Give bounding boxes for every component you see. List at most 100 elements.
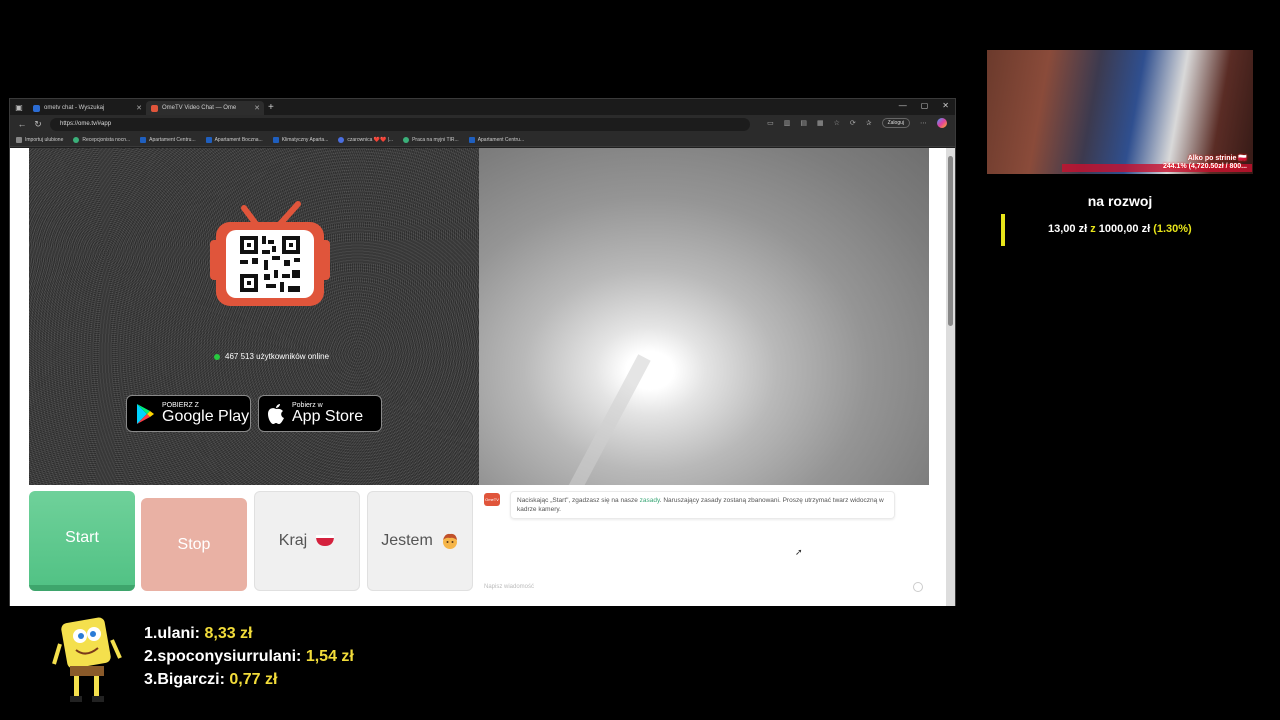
ometv-qr-logo xyxy=(210,201,330,306)
stop-button[interactable]: Stop xyxy=(141,498,247,591)
booking-favicon-icon xyxy=(140,136,147,143)
url-text: https://ome.tv/#app xyxy=(60,121,112,127)
bookmark-item[interactable]: Apartament Centru... xyxy=(140,136,196,143)
google-play-icon xyxy=(137,403,154,424)
tab-bar: ▣ ometv chat - Wyszukaj ✕ OmeTV Video Ch… xyxy=(10,99,955,115)
bookmark-item[interactable]: Praca na myjni TIR... xyxy=(403,136,459,143)
goal-target: 1000,00 zł xyxy=(1098,223,1151,235)
browser-window: ▣ ometv chat - Wyszukaj ✕ OmeTV Video Ch… xyxy=(9,98,956,606)
bookmark-label: Recepcjonista nocn... xyxy=(82,136,131,143)
bookmark-label: Importuj ulubione xyxy=(25,136,64,143)
minimize-icon[interactable]: — xyxy=(899,101,907,110)
bookmark-item[interactable]: Klimatyczny Aparta... xyxy=(272,136,329,143)
search-favicon-icon xyxy=(33,104,40,112)
bookmark-item[interactable]: Importuj ulubione xyxy=(16,136,64,143)
tab-title: ometv chat - Wyszukaj xyxy=(44,105,105,111)
favorite-star-icon[interactable]: ☆ xyxy=(834,119,840,127)
goal-progress-bar xyxy=(1001,214,1005,246)
goal-current: 13,00 zł xyxy=(1048,223,1088,235)
close-tab-icon[interactable]: ✕ xyxy=(254,104,260,112)
window-controls: — ▢ ✕ xyxy=(899,101,949,110)
camera-icon[interactable]: ▭ xyxy=(767,119,774,127)
bookmark-item[interactable]: Apartament Boczna... xyxy=(205,136,263,143)
url-field[interactable]: https://ome.tv/#app xyxy=(50,117,750,131)
more-menu-icon[interactable]: ⋯ xyxy=(920,119,927,127)
maximize-icon[interactable]: ▢ xyxy=(921,101,929,110)
ometv-page: 467 513 użytkowników online POBIERZ Z Go… xyxy=(10,148,947,606)
own-camera-pane xyxy=(479,148,929,485)
tab-ometv[interactable]: OmeTV Video Chat — Ome ✕ xyxy=(146,101,264,115)
page-scrollbar[interactable] xyxy=(946,148,955,606)
bookmark-label: Apartament Boczna... xyxy=(214,136,263,143)
tab-search[interactable]: ometv chat - Wyszukaj ✕ xyxy=(28,101,146,115)
system-message: Naciskając „Start", zgadzasz się na nasz… xyxy=(510,491,895,519)
donor-row: 1.ulani: 8,33 zł xyxy=(144,625,253,642)
immersive-reader-icon[interactable]: ▦ xyxy=(817,119,824,127)
close-window-icon[interactable]: ✕ xyxy=(942,101,949,110)
cam-caption-line: Alko po strinie 🇵🇱 xyxy=(1187,155,1247,162)
address-bar-icons: ▭ ▥ ▤ ▦ ☆ ⟳ ✰ Zaloguj ⋯ xyxy=(767,118,947,128)
tab-actions-icon[interactable]: ▣ xyxy=(10,99,28,115)
start-button[interactable]: Start xyxy=(29,491,135,591)
start-label: Start xyxy=(65,529,99,546)
country-button[interactable]: Kraj xyxy=(254,491,360,591)
ceiling-edge xyxy=(479,285,651,485)
spongebob-icon xyxy=(52,617,122,702)
bookmark-label: Praca na myjni TIR... xyxy=(412,136,459,143)
bookmark-item[interactable]: czarownica ❤️❤️ |... xyxy=(338,136,393,143)
booking-favicon-icon xyxy=(468,136,475,143)
booking-favicon-icon xyxy=(272,136,279,143)
bookmark-favicon-icon xyxy=(73,136,80,143)
bookmark-item[interactable]: Apartament Centru... xyxy=(468,136,525,143)
online-dot-icon xyxy=(214,353,220,360)
read-aloud-icon[interactable]: ▤ xyxy=(800,119,807,127)
stop-label: Stop xyxy=(177,535,211,553)
bookmark-label: Apartament Centru... xyxy=(149,136,196,143)
copilot-icon[interactable] xyxy=(937,118,947,128)
goal-percent: (1.30%) xyxy=(1153,223,1192,235)
refresh-extension-icon[interactable]: ⟳ xyxy=(850,119,856,127)
google-play-button[interactable]: POBIERZ Z Google Play xyxy=(126,395,251,432)
boy-emoji-icon xyxy=(442,533,457,549)
login-button[interactable]: Zaloguj xyxy=(881,118,910,128)
split-screen-icon[interactable]: ▥ xyxy=(784,119,791,127)
cam-caption: Alko po strinie 🇵🇱 244.1% (4,720.50zł / … xyxy=(1163,155,1247,171)
bookmark-item[interactable]: Recepcjonista nocn... xyxy=(73,136,131,143)
scroll-thumb[interactable] xyxy=(948,156,953,326)
bookmark-label: Apartament Centru... xyxy=(477,136,525,143)
bookmark-label: Klimatyczny Aparta... xyxy=(281,136,329,143)
mouse-cursor-icon: ➚ xyxy=(795,547,803,557)
bookmark-favicon-icon xyxy=(338,136,345,143)
gender-label: Jestem xyxy=(381,532,433,549)
emoji-icon[interactable] xyxy=(913,582,923,592)
online-count: 467 513 użytkowników online xyxy=(214,352,329,361)
country-label: Kraj xyxy=(278,532,308,549)
online-count-text: 467 513 użytkowników online xyxy=(225,352,330,361)
address-bar: ← ↻ https://ome.tv/#app ▭ ▥ ▤ ▦ ☆ ⟳ ✰ Za… xyxy=(10,115,955,133)
cam-caption-line: 244.1% (4,720.50zł / 800... xyxy=(1162,163,1247,170)
tab-title: OmeTV Video Chat — Ome xyxy=(162,105,237,111)
bookmarks-bar: Importuj ulubione Recepcjonista nocn... … xyxy=(10,133,955,147)
webcam-overlay: Alko po strinie 🇵🇱 244.1% (4,720.50zł / … xyxy=(987,50,1253,174)
bookmark-favicon-icon xyxy=(403,136,410,143)
chat-panel: OmeTV Naciskając „Start", zgadzasz się n… xyxy=(479,485,929,598)
reload-icon[interactable]: ↻ xyxy=(30,119,46,130)
app-store-big: App Store xyxy=(292,408,364,425)
partner-video-pane: 467 513 użytkowników online xyxy=(29,148,479,485)
new-tab-icon[interactable]: + xyxy=(268,102,274,113)
top-donors: 1.ulani: 8,33 zł 2.spoconysiurrulani: 1,… xyxy=(144,622,354,691)
chat-input[interactable]: Napisz wiadomość xyxy=(484,584,534,590)
gender-button[interactable]: Jestem xyxy=(367,491,473,591)
app-store-button[interactable]: Pobierz w App Store xyxy=(258,395,382,432)
import-icon xyxy=(16,136,22,143)
donor-row: 3.Bigarczi: 0,77 zł xyxy=(144,671,278,688)
back-icon[interactable]: ← xyxy=(14,119,30,129)
favorites-icon[interactable]: ✰ xyxy=(866,119,872,127)
ometv-favicon-icon xyxy=(151,104,158,112)
donor-row: 2.spoconysiurrulani: 1,54 zł xyxy=(144,648,354,665)
rules-link[interactable]: zasady xyxy=(640,497,660,504)
ometv-avatar-icon: OmeTV xyxy=(484,493,500,506)
goal-amounts: 13,00 zł z 1000,00 zł (1.30%) xyxy=(1048,223,1192,235)
goal-separator: z xyxy=(1090,223,1096,235)
close-tab-icon[interactable]: ✕ xyxy=(136,104,142,112)
